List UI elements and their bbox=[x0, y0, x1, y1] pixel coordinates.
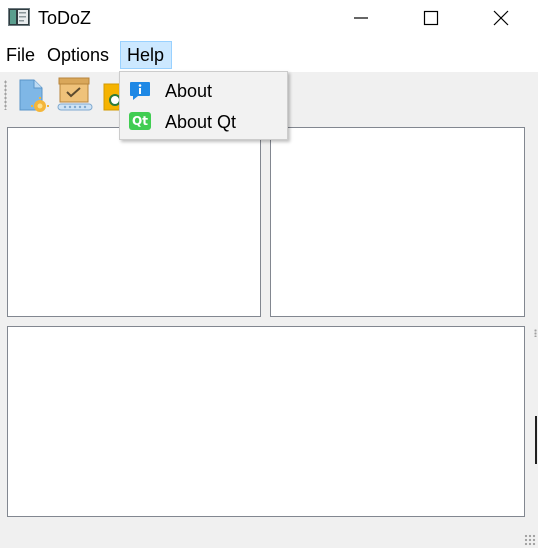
menu-options[interactable]: Options bbox=[41, 41, 115, 69]
menu-item-about-qt[interactable]: Qt About Qt bbox=[122, 107, 285, 137]
window-title: ToDoZ bbox=[38, 8, 92, 28]
qt-logo-icon: Qt bbox=[129, 112, 151, 130]
maximize-button[interactable] bbox=[396, 0, 466, 36]
about-label: About bbox=[165, 81, 213, 101]
splitter-handle[interactable] bbox=[534, 329, 537, 337]
new-document-icon bbox=[19, 79, 49, 112]
tasks-button[interactable] bbox=[56, 74, 94, 114]
toolbar-grip[interactable] bbox=[4, 80, 7, 110]
help-dropdown-menu: About Qt About Qt bbox=[119, 71, 288, 140]
menu-file[interactable]: File bbox=[0, 41, 41, 69]
top-left-panel[interactable] bbox=[7, 127, 261, 317]
window-edge-marker bbox=[535, 416, 537, 464]
top-right-panel[interactable] bbox=[270, 127, 525, 317]
menu-help[interactable]: Help bbox=[120, 41, 172, 69]
info-icon bbox=[130, 82, 150, 100]
bottom-panel[interactable] bbox=[7, 326, 525, 517]
minimize-icon bbox=[354, 17, 368, 19]
close-button[interactable] bbox=[466, 0, 536, 36]
maximize-icon bbox=[423, 10, 439, 26]
title-bar[interactable]: ToDoZ bbox=[0, 0, 538, 38]
menu-item-about[interactable]: About bbox=[122, 76, 285, 106]
close-icon bbox=[493, 10, 509, 26]
menu-bar: File Options Help bbox=[0, 38, 538, 72]
minimize-button[interactable] bbox=[326, 0, 396, 36]
new-task-button[interactable] bbox=[14, 74, 52, 114]
app-icon bbox=[8, 8, 30, 26]
app-window: ToDoZ File Options Help About Qt About Q… bbox=[0, 0, 538, 548]
size-grip[interactable] bbox=[524, 534, 536, 546]
about-qt-label: About Qt bbox=[165, 112, 237, 132]
tasks-box-icon bbox=[57, 77, 93, 111]
